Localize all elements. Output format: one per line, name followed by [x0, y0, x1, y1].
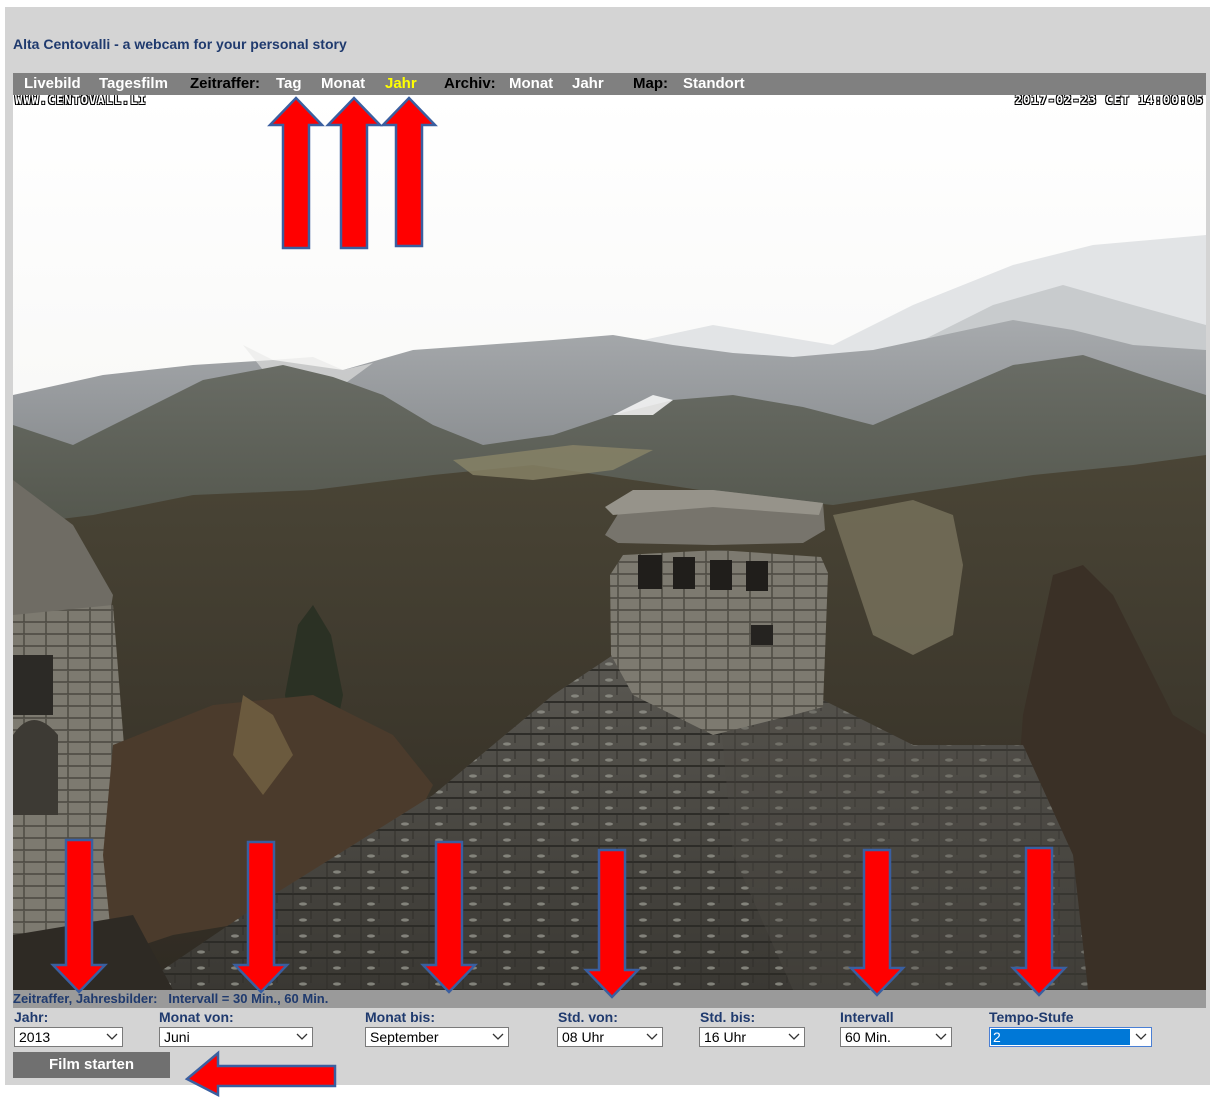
chevron-down-icon — [931, 1028, 951, 1046]
std-bis-label: Std. bis: — [700, 1009, 756, 1025]
nav-zeitraffer-tag-link[interactable]: Tag — [276, 75, 302, 92]
monat-bis-label: Monat bis: — [365, 1009, 435, 1025]
std-von-select-value: 08 Uhr — [562, 1029, 605, 1045]
chevron-down-icon — [292, 1028, 312, 1046]
jahr-label: Jahr: — [14, 1009, 49, 1025]
tempo-stufe-label: Tempo-Stufe — [989, 1009, 1074, 1025]
webcam-image: WWW.CENTOVALL.LI 2017-02-23 CET 14:00:05 — [13, 95, 1206, 990]
intervall-select-value: 60 Min. — [845, 1029, 891, 1045]
monat-von-label: Monat von: — [159, 1009, 234, 1025]
film-starten-button[interactable]: Film starten — [13, 1052, 170, 1078]
std-bis-select-value: 16 Uhr — [704, 1029, 747, 1045]
intervall-label: Intervall — [840, 1009, 894, 1025]
tempo-stufe-select[interactable]: 2 — [989, 1027, 1152, 1047]
nav-map-label: Map: — [633, 75, 668, 92]
nav-standort-link[interactable]: Standort — [683, 75, 745, 92]
webcam-watermark: WWW.CENTOVALL.LI — [15, 95, 147, 107]
monat-von-select[interactable]: Juni — [159, 1027, 313, 1047]
nav-zeitraffer-jahr-link[interactable]: Jahr — [385, 75, 417, 92]
monat-bis-select-value: September — [370, 1029, 439, 1045]
jahr-select-value: 2013 — [19, 1029, 51, 1045]
nav-zeitraffer-label: Zeitraffer: — [190, 75, 261, 92]
std-von-select[interactable]: 08 Uhr — [557, 1027, 663, 1047]
webcam-timestamp: 2017-02-23 CET 14:00:05 — [1014, 95, 1204, 107]
std-von-label: Std. von: — [558, 1009, 618, 1025]
chevron-down-icon — [1131, 1028, 1151, 1046]
nav-tagesfilm-link[interactable]: Tagesfilm — [99, 75, 168, 92]
monat-bis-select[interactable]: September — [365, 1027, 509, 1047]
interval-info-text: Zeitraffer, Jahresbilder: Intervall = 30… — [13, 991, 329, 1006]
jahr-select[interactable]: 2013 — [14, 1027, 123, 1047]
nav-archiv-jahr-link[interactable]: Jahr — [572, 75, 604, 92]
nav-zeitraffer-monat-link[interactable]: Monat — [321, 75, 365, 92]
nav-livebild-link[interactable]: Livebild — [24, 75, 81, 92]
chevron-down-icon — [642, 1028, 662, 1046]
page-title: Alta Centovalli - a webcam for your pers… — [13, 36, 347, 52]
chevron-down-icon — [784, 1028, 804, 1046]
info-bar: Zeitraffer, Jahresbilder: Intervall = 30… — [13, 990, 1206, 1008]
nav-bar: Livebild Tagesfilm Zeitraffer: Tag Monat… — [13, 73, 1206, 95]
tempo-stufe-select-value: 2 — [991, 1029, 1130, 1045]
nav-archiv-label: Archiv: — [444, 75, 496, 92]
nav-archiv-monat-link[interactable]: Monat — [509, 75, 553, 92]
webcam-scene — [13, 95, 1206, 990]
chevron-down-icon — [102, 1028, 122, 1046]
chevron-down-icon — [488, 1028, 508, 1046]
std-bis-select[interactable]: 16 Uhr — [699, 1027, 805, 1047]
monat-von-select-value: Juni — [164, 1029, 190, 1045]
intervall-select[interactable]: 60 Min. — [840, 1027, 952, 1047]
